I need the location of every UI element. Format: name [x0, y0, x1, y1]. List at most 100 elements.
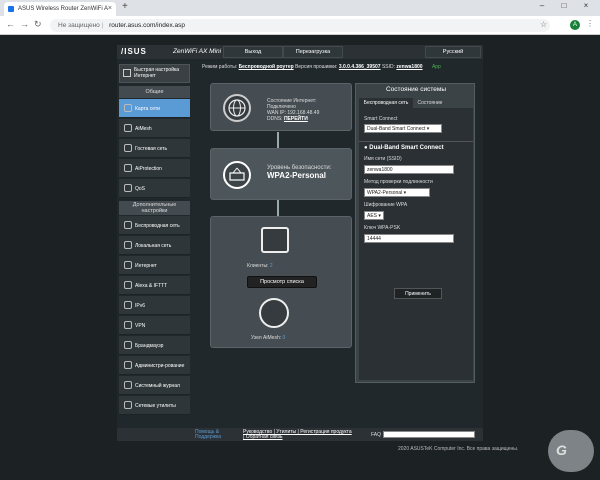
tab-wireless[interactable]: Беспроводная сеть	[359, 98, 413, 108]
internet-card[interactable]: Состояние Интернет: Подключено WAN IP: 1…	[210, 83, 352, 131]
sidebar-item-label: QoS	[135, 185, 146, 192]
sidebar-item-system-log[interactable]: Системный журнал	[119, 376, 190, 395]
wpa-key-label: Ключ WPA-PSK	[364, 225, 401, 231]
minimize-icon[interactable]: –	[532, 1, 552, 10]
section-title-text: Dual-Band Smart Connect	[369, 145, 444, 151]
admin-icon	[124, 361, 132, 369]
connector-line	[277, 200, 279, 216]
status-line: Режим работы: Беспроводной роутер Версия…	[202, 64, 482, 76]
logout-button[interactable]: Выход	[223, 46, 283, 58]
avatar[interactable]: A	[570, 20, 580, 30]
sidebar-item-aimesh[interactable]: AiMesh	[119, 119, 190, 138]
ddns-link[interactable]: ПЕРЕЙТИ	[284, 116, 308, 122]
smart-connect-select[interactable]: Dual-Band Smart Connect ▾	[364, 124, 442, 133]
router-card[interactable]: Уровень безопасности: WPA2-Personal	[210, 148, 352, 200]
sidebar-item-administration[interactable]: Администри-рование	[119, 356, 190, 375]
app-link[interactable]: App	[432, 64, 441, 70]
auth-select[interactable]: WPA2-Personal ▾	[364, 188, 430, 197]
menu-icon[interactable]: ⋮	[586, 19, 594, 28]
wpa-key-input[interactable]: 14444	[364, 234, 454, 243]
sidebar-item-label: Администри-рование	[135, 362, 185, 369]
sidebar-item-label: Карта сети	[135, 105, 160, 112]
sidebar-item-aiprotection[interactable]: AiProtection	[119, 159, 190, 178]
gecid-watermark: G	[548, 430, 594, 472]
ssid-label: Имя сети (SSID)	[364, 156, 402, 162]
vpn-icon	[124, 321, 132, 329]
mode-link[interactable]: Беспроводной роутер	[239, 64, 294, 70]
bookmark-star-icon[interactable]: ☆	[540, 20, 547, 29]
sidebar-item-label: Брандмауэр	[135, 342, 164, 349]
wpa-enc-label: Шифрование WPA	[364, 202, 408, 208]
url-input[interactable]: Не защищено | router.asus.com/index.asp	[50, 19, 550, 32]
sidebar-item-label: VPN	[135, 322, 146, 329]
security-indicator[interactable]: Не защищено	[58, 22, 100, 29]
router-frame: /ISUS ZenWiFi AX Mini Выход Перезагрузка…	[117, 45, 483, 441]
wpa-enc-select[interactable]: AES ▾	[364, 211, 384, 220]
footer: Помощь & Поддержка Руководство | Утилиты…	[117, 428, 483, 441]
tab-title: ASUS Wireless Router ZenWiFi A	[18, 6, 109, 12]
system-status-panel: Состояние системы Беспроводная сеть Сост…	[355, 83, 475, 383]
firmware-link[interactable]: 3.0.0.4.386_39507	[339, 64, 381, 70]
clients-count[interactable]: 2	[270, 263, 273, 269]
sidebar-item-wireless[interactable]: Беспроводная сеть	[119, 216, 190, 235]
sidebar-item-network-map[interactable]: Карта сети	[119, 99, 190, 118]
ipv6-icon	[124, 301, 132, 309]
divider	[359, 141, 473, 142]
url-text: router.asus.com/index.asp	[109, 22, 185, 29]
sidebar-item-firewall[interactable]: Брандмауэр	[119, 336, 190, 355]
sidebar-item-label: Интернет	[135, 262, 157, 269]
router-icon	[223, 161, 251, 189]
tools-icon	[124, 401, 132, 409]
firmware-label: Версия прошивки:	[295, 64, 338, 70]
ssid-link[interactable]: zenwa1800	[396, 64, 422, 70]
language-select[interactable]: Русский	[425, 46, 481, 58]
section-title: ● Dual-Band Smart Connect	[364, 145, 444, 151]
sidebar-item-wan[interactable]: Интернет	[119, 256, 190, 275]
sidebar-item-network-tools[interactable]: Сетевые утилиты	[119, 396, 190, 415]
footer-links[interactable]: Руководство | Утилиты | Регистрация прод…	[243, 430, 353, 440]
sidebar-item-lan[interactable]: Локальная сеть	[119, 236, 190, 255]
security-info: Уровень безопасности: WPA2-Personal	[267, 165, 331, 181]
quick-setup-button[interactable]: Быстрая настройка Интернет	[119, 64, 190, 83]
globe-icon	[223, 94, 251, 122]
sidebar-item-label: Сетевые утилиты	[135, 402, 176, 409]
log-icon	[124, 381, 132, 389]
network-map-icon	[124, 104, 132, 112]
maximize-icon[interactable]: □	[554, 1, 574, 10]
reboot-button[interactable]: Перезагрузка	[283, 46, 343, 58]
faq-label: FAQ	[371, 432, 382, 438]
sidebar-item-guest-network[interactable]: Гостевая сеть	[119, 139, 190, 158]
wizard-icon	[123, 69, 131, 77]
view-list-button[interactable]: Просмотр списка	[247, 276, 317, 288]
aimesh-count[interactable]: 0	[283, 335, 286, 341]
clients-label: Клиенты:	[247, 263, 269, 269]
new-tab-icon[interactable]: +	[122, 1, 128, 12]
forward-icon[interactable]: →	[20, 19, 29, 29]
qos-icon	[124, 184, 132, 192]
quick-setup-label: Быстрая настройка Интернет	[134, 67, 180, 79]
general-header: Общие	[119, 86, 190, 98]
close-tab-icon[interactable]: ×	[108, 2, 112, 16]
faq-search-input[interactable]	[383, 431, 475, 438]
sidebar-item-vpn[interactable]: VPN	[119, 316, 190, 335]
apply-button[interactable]: Применить	[394, 288, 442, 299]
ddns-label: DDNS:	[267, 116, 283, 122]
smart-connect-label: Smart Connect	[364, 116, 398, 122]
sidebar-item-ipv6[interactable]: IPv6	[119, 296, 190, 315]
sidebar-item-alexa[interactable]: Alexa & IFTTT	[119, 276, 190, 295]
browser-tab[interactable]: ASUS Wireless Router ZenWiFi A ×	[4, 2, 116, 16]
back-icon[interactable]: ←	[6, 19, 15, 29]
ssid-input[interactable]: zenwa1800	[364, 165, 454, 174]
close-window-icon[interactable]: ×	[576, 1, 596, 10]
aimesh-info: Узел AiMesh: 0	[251, 335, 285, 341]
globe-icon	[124, 261, 132, 269]
help-support-link[interactable]: Помощь & Поддержка	[195, 430, 235, 440]
clients-aimesh-box: Клиенты: 2 Просмотр списка Узел AiMesh: …	[210, 216, 352, 348]
aimesh-node-icon[interactable]	[259, 298, 289, 328]
tab-status[interactable]: Состояние	[413, 98, 447, 108]
reload-icon[interactable]: ↻	[34, 19, 42, 30]
firewall-icon	[124, 341, 132, 349]
sidebar-item-qos[interactable]: QoS	[119, 179, 190, 198]
sidebar-item-label: Локальная сеть	[135, 242, 172, 249]
monitor-icon[interactable]	[261, 227, 289, 253]
